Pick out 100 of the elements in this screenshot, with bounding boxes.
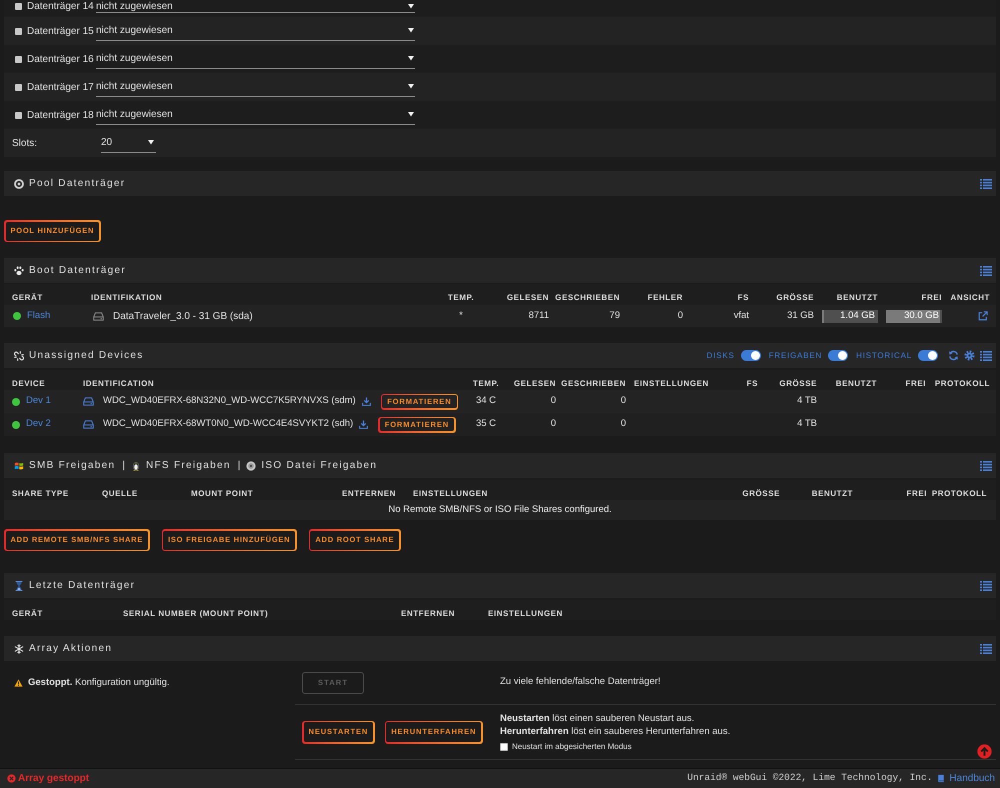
download-icon[interactable] xyxy=(359,420,368,429)
toggle-switch[interactable] xyxy=(740,350,761,361)
column-header: PROTOKOLL xyxy=(934,379,990,388)
list-icon[interactable] xyxy=(980,460,992,470)
section-title: Boot Datenträger xyxy=(29,264,126,278)
disk-label: Datenträger 16 xyxy=(27,52,95,66)
copyright-text: Unraid® webGui ©2022, Lime Technology, Inc. xyxy=(687,771,932,786)
checkbox-label: Neustart im abgesicherten Modus xyxy=(512,740,632,752)
table-cell: 8711 xyxy=(528,310,549,321)
list-icon[interactable] xyxy=(980,350,992,360)
column-header: SHARE TYPE xyxy=(12,489,69,498)
device-select[interactable]: nicht zugewiesen xyxy=(96,0,415,13)
table-cell-text: WDC_WD40EFRX-68N32N0_WD-WCC7K5RYNVXS (sdm) xyxy=(103,394,356,408)
column-header: BENUTZT xyxy=(812,489,853,498)
column-header: GRÖSSE xyxy=(779,379,817,388)
column-header: GRÖSSE xyxy=(742,489,780,498)
device-select[interactable]: nicht zugewiesen xyxy=(96,77,415,97)
table-cell: vfat xyxy=(734,310,749,321)
array-status: Array gestoppt xyxy=(18,772,90,786)
section-title: Pool Datenträger xyxy=(29,177,126,191)
paw-icon xyxy=(14,266,24,276)
column-header: DEVICE xyxy=(12,379,46,388)
empty-message: No Remote SMB/NFS or ISO File Shares configured. xyxy=(388,502,612,517)
column-header: SERIAL NUMBER (MOUNT POINT) xyxy=(123,609,268,618)
device-select[interactable]: nicht zugewiesen xyxy=(96,49,415,69)
error-icon xyxy=(7,774,16,783)
external-link-icon[interactable] xyxy=(978,311,988,321)
section-title: Letzte Datenträger xyxy=(29,579,136,593)
book-icon xyxy=(937,774,946,783)
column-header: BENUTZT xyxy=(836,293,878,302)
status-square-icon xyxy=(15,56,22,62)
column-header: FREI xyxy=(906,379,926,388)
column-header: GELESEN xyxy=(514,379,556,388)
title-separator: | xyxy=(122,459,125,473)
status-square-icon xyxy=(15,3,22,10)
toggle-switch[interactable] xyxy=(828,350,848,361)
manual-link[interactable]: Handbuch xyxy=(949,771,995,786)
device-select[interactable]: nicht zugewiesen xyxy=(96,105,415,125)
list-icon[interactable] xyxy=(980,580,992,590)
scroll-up-icon[interactable] xyxy=(977,744,992,759)
disk-label: Datenträger 17 xyxy=(27,80,95,94)
caret-icon xyxy=(408,4,414,8)
device-select[interactable]: nicht zugewiesen xyxy=(96,21,415,41)
column-header: ENTFERNEN xyxy=(401,609,455,618)
table-cell: 4 TB xyxy=(797,395,817,406)
penguin-icon xyxy=(131,460,141,470)
drive-icon[interactable] xyxy=(83,397,94,406)
list-icon[interactable] xyxy=(980,266,992,276)
hourglass-icon xyxy=(14,580,24,590)
column-header: ENTFERNEN xyxy=(342,489,396,498)
drive-icon xyxy=(93,312,104,320)
table-cell: 35 C xyxy=(476,418,496,430)
column-header: PROTOKOLL xyxy=(932,489,987,498)
column-header: GELESEN xyxy=(506,293,549,302)
column-header: GERÄT xyxy=(12,609,43,618)
disc-icon xyxy=(14,178,24,188)
drive-icon[interactable] xyxy=(83,420,94,429)
table-cell-text: DataTraveler_3.0 - 31 GB (sda) xyxy=(113,310,253,324)
column-header: GRÖSSE xyxy=(776,293,814,302)
device-link[interactable]: Flash xyxy=(27,308,50,324)
section-title: Array Aktionen xyxy=(29,642,112,656)
table-cell-text: WDC_WD40EFRX-68WT0N0_WD-WCC4E4SVYKT2 (sdh) xyxy=(103,417,354,432)
toggle-label: HISTORICAL xyxy=(856,350,912,362)
broken-link-icon xyxy=(14,350,24,360)
device-link[interactable]: Dev 1 xyxy=(26,394,51,409)
table-cell: 4 TB xyxy=(797,418,817,430)
refresh-icon[interactable] xyxy=(948,350,959,361)
four-pane-flag-icon xyxy=(14,460,24,470)
checkbox[interactable] xyxy=(500,742,508,750)
column-header: EINSTELLUNGEN xyxy=(488,609,563,618)
table-cell: 0 xyxy=(550,418,556,430)
disk-label: Datenträger 18 xyxy=(27,108,95,122)
slots-select[interactable]: 20 xyxy=(101,133,156,153)
column-header: EINSTELLUNGEN xyxy=(413,489,488,498)
table-cell: 31 GB xyxy=(787,310,814,321)
column-header: FEHLER xyxy=(648,293,683,302)
disc-icon xyxy=(246,460,256,470)
caret-icon xyxy=(408,112,414,117)
section-title: ISO Datei Freigaben xyxy=(261,459,378,473)
column-header: FS xyxy=(746,379,758,388)
start-message: Zu viele fehlende/falsche Datenträger! xyxy=(500,675,661,690)
table-cell: 0 xyxy=(678,310,683,321)
table-cell: 0 xyxy=(550,395,556,406)
toggle-switch[interactable] xyxy=(918,350,938,361)
slots-label: Slots: xyxy=(12,136,38,150)
column-header: TEMP. xyxy=(472,379,500,388)
warning-icon xyxy=(14,679,23,687)
device-link[interactable]: Dev 2 xyxy=(26,417,51,432)
list-icon[interactable] xyxy=(980,644,992,654)
caret-icon xyxy=(408,56,414,61)
download-icon[interactable] xyxy=(362,397,371,406)
table-cell: * xyxy=(459,310,463,321)
column-header: GESCHRIEBEN xyxy=(555,293,620,302)
column-header: GERÄT xyxy=(12,293,43,302)
column-header: ANSICHT xyxy=(950,293,990,302)
column-header: EINSTELLUNGEN xyxy=(634,379,709,388)
list-icon[interactable] xyxy=(980,178,992,188)
settings-icon[interactable] xyxy=(964,350,975,361)
disk-label: Datenträger 15 xyxy=(27,24,95,38)
column-header: IDENTIFICATION xyxy=(83,379,154,388)
